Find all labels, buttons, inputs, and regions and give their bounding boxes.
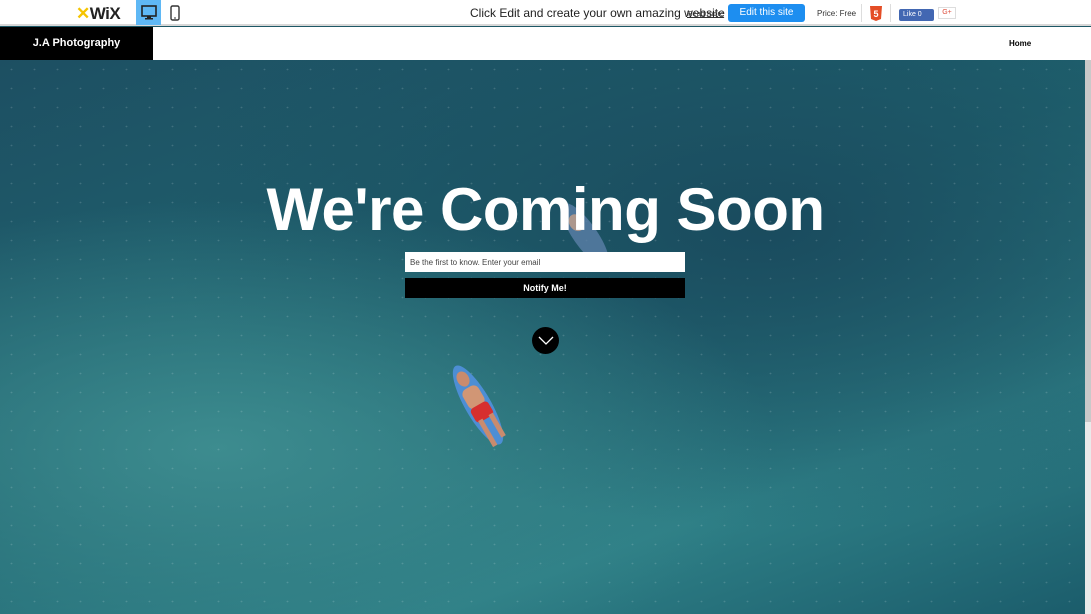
chevron-down-icon — [538, 336, 553, 345]
mobile-view-button[interactable] — [162, 0, 187, 25]
wix-top-bar: ✕WiX Click Edit and create your own amaz… — [0, 0, 1091, 26]
scroll-down-button[interactable] — [532, 327, 559, 354]
hero-section: We're Coming Soon Notify Me! — [0, 60, 1091, 614]
site-title[interactable]: J.A Photography — [0, 27, 153, 60]
html5-icon: 5 — [869, 4, 883, 27]
divider — [861, 4, 862, 22]
edit-site-button[interactable]: Edit this site — [728, 4, 805, 22]
site-header: J.A Photography Home — [0, 27, 1091, 60]
scrollbar[interactable] — [1085, 27, 1091, 614]
divider — [890, 4, 891, 22]
wix-logo[interactable]: ✕WiX — [76, 4, 121, 24]
scrollbar-thumb[interactable] — [1085, 27, 1091, 422]
read-more-link[interactable]: Read more — [687, 9, 724, 18]
email-input[interactable] — [405, 252, 685, 272]
page-title: We're Coming Soon — [266, 176, 825, 243]
desktop-view-button[interactable] — [136, 0, 161, 25]
desktop-icon — [140, 5, 157, 20]
facebook-like-button[interactable]: Like 0 — [899, 9, 934, 21]
mobile-icon — [169, 4, 180, 21]
google-plus-button[interactable]: G+ — [938, 7, 956, 19]
svg-text:5: 5 — [873, 9, 878, 19]
nav-item-home[interactable]: Home — [1009, 39, 1031, 48]
price-label: Price: Free — [817, 9, 857, 18]
notify-button[interactable]: Notify Me! — [405, 278, 685, 298]
